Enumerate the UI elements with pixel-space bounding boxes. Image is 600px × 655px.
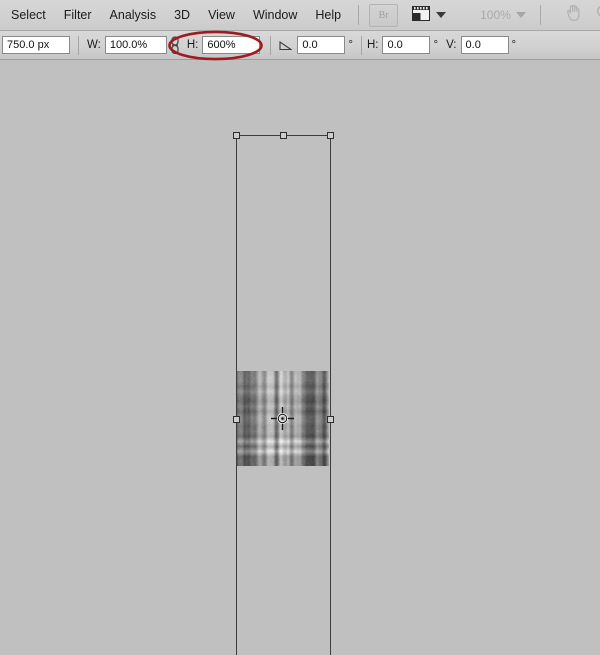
menu-bar: Select Filter Analysis 3D View Window He…	[0, 0, 600, 31]
options-divider-3	[360, 35, 362, 55]
height-label: H:	[186, 39, 199, 51]
skew-h-group: H: 0.0 °	[367, 36, 441, 54]
magnifier-icon	[595, 3, 600, 27]
rotate-angle-unit: °	[348, 39, 353, 51]
position-input[interactable]: 750.0 px	[2, 36, 70, 54]
hand-tool-button[interactable]	[563, 4, 582, 26]
menubar-divider-1	[358, 5, 360, 25]
rotate-angle-icon	[279, 39, 293, 51]
zoom-tool-button[interactable]	[595, 4, 600, 26]
photoshop-window: Select Filter Analysis 3D View Window He…	[0, 0, 600, 655]
menu-select[interactable]: Select	[2, 4, 55, 27]
handle-top-center[interactable]	[279, 132, 287, 139]
handle-top-left[interactable]	[233, 132, 240, 139]
link-chain-icon[interactable]	[169, 35, 181, 55]
handle-middle-right[interactable]	[327, 415, 334, 423]
menu-filter[interactable]: Filter	[55, 4, 101, 27]
skew-v-group: V: 0.0 °	[446, 36, 519, 54]
arrange-documents-icon	[412, 4, 431, 27]
hand-icon	[563, 3, 582, 27]
reference-point-icon	[271, 407, 294, 430]
menu-window[interactable]: Window	[244, 4, 306, 27]
width-input[interactable]: 100.0%	[104, 36, 167, 54]
options-divider-1	[78, 35, 79, 55]
bridge-icon: Br	[369, 3, 399, 27]
skew-h-input[interactable]: 0.0	[382, 36, 431, 54]
document-canvas[interactable]	[0, 61, 600, 655]
width-group: W: 100.0%	[87, 36, 167, 54]
rotate-group: 0.0 °	[279, 36, 356, 54]
handle-top-right[interactable]	[327, 132, 334, 139]
skew-h-unit: °	[433, 39, 439, 51]
menubar-divider-2	[539, 5, 541, 25]
height-input[interactable]: 600%	[202, 36, 261, 54]
options-divider-2	[270, 35, 272, 55]
zoom-level-dropdown[interactable]: 100%	[462, 8, 526, 22]
skew-v-label: V:	[446, 39, 457, 51]
menu-analysis[interactable]: Analysis	[101, 4, 166, 27]
chevron-down-icon	[436, 12, 447, 18]
menu-help[interactable]: Help	[306, 4, 350, 27]
skew-h-label: H:	[366, 39, 379, 51]
chevron-down-icon-zoom	[515, 12, 526, 18]
rotate-angle-input[interactable]: 0.0	[297, 36, 346, 54]
bridge-button[interactable]: Br	[367, 3, 399, 27]
width-label: W:	[87, 39, 101, 51]
transform-bounding-box[interactable]	[233, 132, 334, 655]
transform-reference-point[interactable]	[271, 407, 294, 430]
skew-v-input[interactable]: 0.0	[460, 36, 509, 54]
menu-view[interactable]: View	[199, 4, 244, 27]
zoom-level-label: 100%	[480, 8, 511, 22]
position-group: 750.0 px	[2, 36, 70, 54]
height-group: H: 600%	[187, 36, 261, 54]
view-tools-group	[563, 4, 600, 26]
menu-3d[interactable]: 3D	[165, 4, 199, 27]
handle-middle-left[interactable]	[233, 415, 240, 423]
options-bar: 750.0 px W: 100.0% H: 600% 0.0 ° H: 0.0 …	[0, 31, 600, 60]
screen-mode-button[interactable]	[412, 4, 447, 27]
skew-v-unit: °	[511, 39, 517, 51]
